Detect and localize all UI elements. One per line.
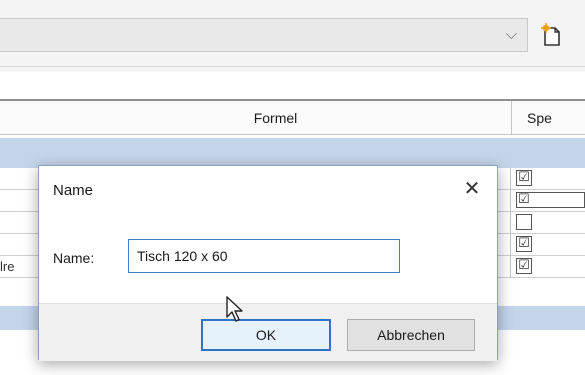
lock-checkbox[interactable]: ☑ [516, 170, 532, 186]
cancel-button[interactable]: Abbrechen [347, 319, 475, 351]
dialog-body: Name: [39, 214, 497, 303]
new-type-icon[interactable] [540, 22, 564, 48]
cell-divider [510, 168, 511, 190]
top-toolbar: ⌵ [0, 0, 585, 72]
ok-button[interactable]: OK [201, 319, 331, 351]
column-header-spe[interactable]: Spe [513, 101, 585, 135]
dialog-title: Name [53, 182, 94, 199]
name-input[interactable] [128, 239, 400, 273]
parameter-grid-header: Formel Spe [0, 99, 585, 135]
dialog-titlebar[interactable]: Name ✕ [39, 166, 497, 214]
dialog-footer: OK Abbrechen [39, 303, 497, 361]
cell-divider [510, 256, 511, 278]
type-name-dropdown[interactable]: ⌵ [0, 18, 528, 52]
close-icon[interactable]: ✕ [459, 176, 485, 202]
lock-checkbox[interactable]: ☑ [516, 192, 585, 208]
lock-checkbox[interactable] [516, 214, 532, 230]
cell-divider [510, 212, 511, 234]
chevron-down-icon[interactable]: ⌵ [506, 26, 517, 43]
cell-divider [510, 190, 511, 212]
name-field-label: Name: [53, 250, 95, 266]
column-header-formel[interactable]: Formel [0, 101, 512, 135]
parameter-group-band[interactable] [0, 138, 585, 168]
cell-divider [510, 234, 511, 256]
name-dialog: Name ✕ Name: OK Abbrechen [38, 165, 498, 361]
lock-checkbox[interactable]: ☑ [516, 236, 532, 252]
toolbar-separator [0, 66, 585, 67]
row-text: lre [0, 259, 15, 274]
lock-checkbox[interactable]: ☑ [516, 258, 532, 274]
